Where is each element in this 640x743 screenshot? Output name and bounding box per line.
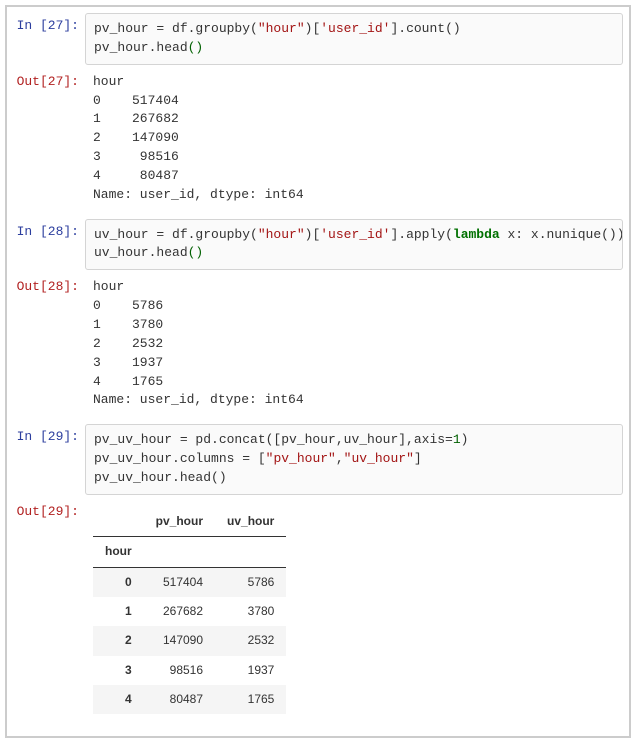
cell-29-output-row: Out[29]: pv_hour uv_hour hour 0 bbox=[7, 497, 629, 727]
output-prompt: Out[29]: bbox=[7, 499, 85, 519]
output-text-28: hour 0 5786 1 3780 2 2532 3 1937 4 1765 … bbox=[85, 274, 629, 420]
cell-28-output-row: Out[28]: hour 0 5786 1 3780 2 2532 3 193… bbox=[7, 272, 629, 422]
table-row: 4 80487 1765 bbox=[93, 685, 286, 714]
df-body: 0 517404 5786 1 267682 3780 2 147090 253… bbox=[93, 567, 286, 714]
code-input-28[interactable]: uv_hour = df.groupby("hour")['user_id'].… bbox=[85, 219, 623, 271]
output-text-27: hour 0 517404 1 267682 2 147090 3 98516 … bbox=[85, 69, 629, 215]
dataframe-table: pv_hour uv_hour hour 0 517404 5786 bbox=[93, 507, 286, 715]
table-row: 0 517404 5786 bbox=[93, 567, 286, 597]
table-row: 2 147090 2532 bbox=[93, 626, 286, 655]
notebook: In [27]: pv_hour = df.groupby("hour")['u… bbox=[5, 5, 631, 738]
output-df-29: pv_hour uv_hour hour 0 517404 5786 bbox=[85, 499, 629, 725]
cell-29-input-row: In [29]: pv_uv_hour = pd.concat([pv_hour… bbox=[7, 422, 629, 497]
code-input-29[interactable]: pv_uv_hour = pd.concat([pv_hour,uv_hour]… bbox=[85, 424, 623, 495]
cell-28-input-row: In [28]: uv_hour = df.groupby("hour")['u… bbox=[7, 217, 629, 273]
cell-27-input-row: In [27]: pv_hour = df.groupby("hour")['u… bbox=[7, 11, 629, 67]
table-row: 1 267682 3780 bbox=[93, 597, 286, 626]
code: uv_hour = df.groupby("hour")['user_id'].… bbox=[94, 227, 623, 261]
df-blank-header bbox=[93, 507, 144, 537]
input-prompt: In [28]: bbox=[7, 219, 85, 239]
df-col-header: uv_hour bbox=[215, 507, 286, 537]
code-input-27[interactable]: pv_hour = df.groupby("hour")['user_id'].… bbox=[85, 13, 623, 65]
code: pv_uv_hour = pd.concat([pv_hour,uv_hour]… bbox=[94, 432, 468, 485]
output-prompt: Out[27]: bbox=[7, 69, 85, 89]
df-col-header: pv_hour bbox=[144, 507, 215, 537]
output-prompt: Out[28]: bbox=[7, 274, 85, 294]
cell-27-output-row: Out[27]: hour 0 517404 1 267682 2 147090… bbox=[7, 67, 629, 217]
input-prompt: In [29]: bbox=[7, 424, 85, 444]
df-index-name: hour bbox=[93, 537, 144, 567]
input-prompt: In [27]: bbox=[7, 13, 85, 33]
code: pv_hour = df.groupby("hour")['user_id'].… bbox=[94, 21, 461, 55]
table-row: 3 98516 1937 bbox=[93, 656, 286, 685]
